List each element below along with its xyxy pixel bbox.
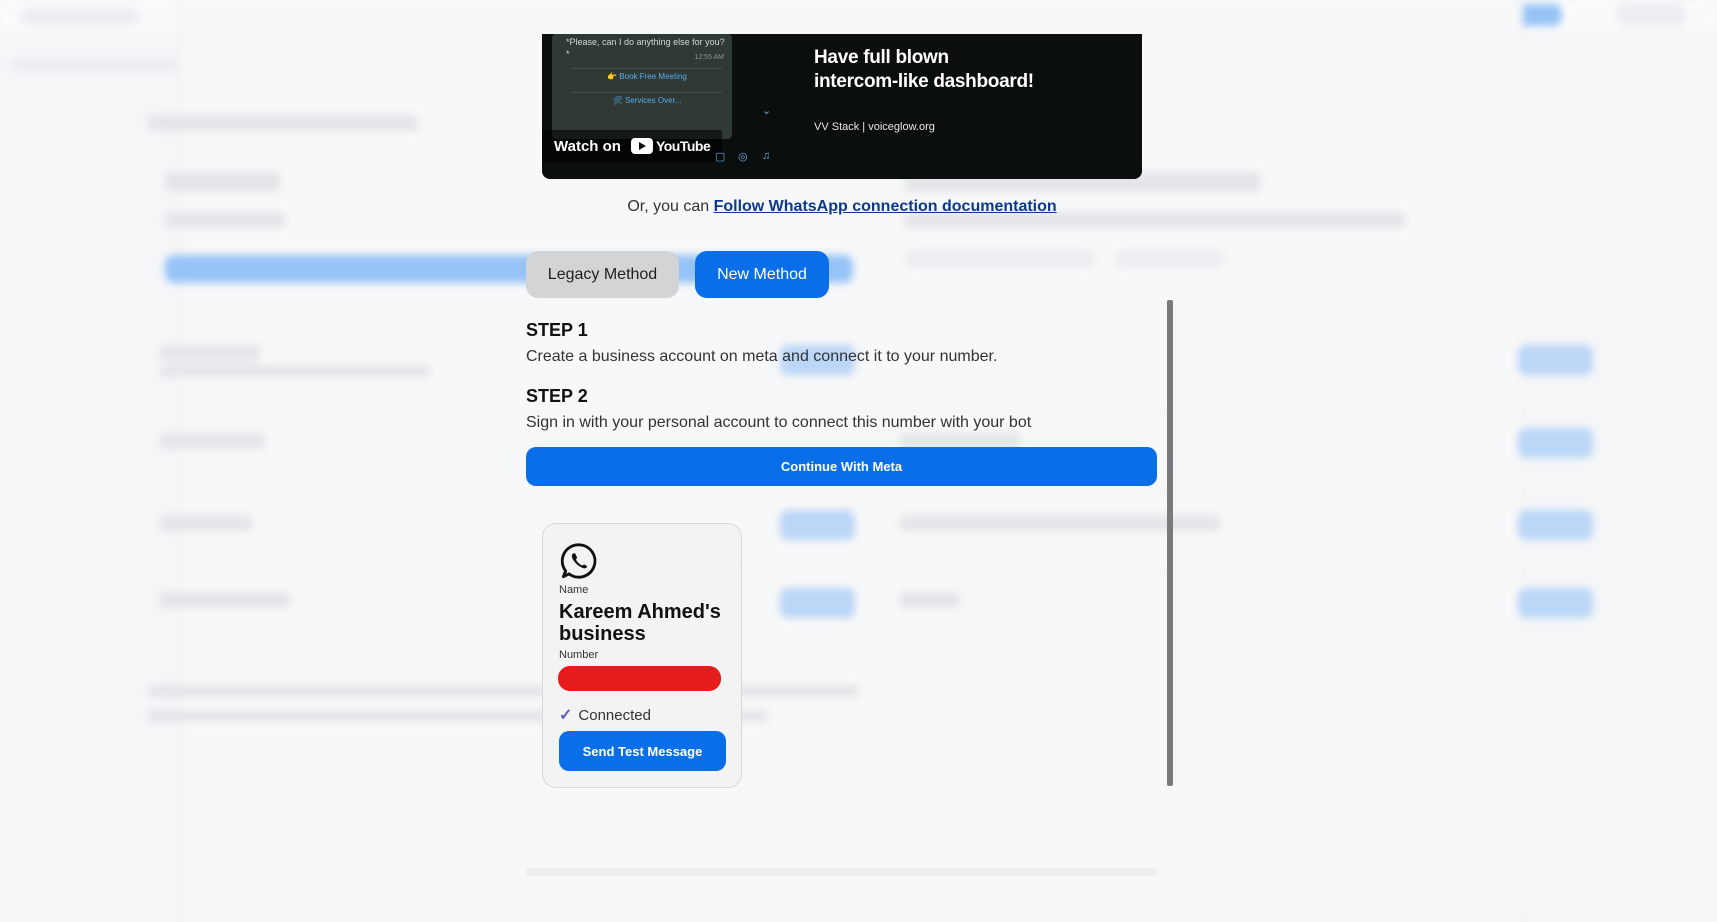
youtube-logo: YouTube xyxy=(630,138,711,154)
bottom-divider xyxy=(526,868,1158,876)
whatsapp-connect-modal: *Please, can I do anything else for you?… xyxy=(0,0,1717,922)
connection-status-label: Connected xyxy=(578,706,651,724)
mic-icon: ♫ xyxy=(762,150,771,162)
step-2-description: Sign in with your personal account to co… xyxy=(526,414,1032,431)
youtube-label: YouTube xyxy=(655,138,711,154)
video-headline: Have full blown intercom-like dashboard! xyxy=(814,46,1034,94)
whatsapp-icon xyxy=(560,543,597,579)
chat-time: 12:55 AM xyxy=(694,54,724,61)
video-headline-line2: intercom-like dashboard! xyxy=(814,71,1034,92)
youtube-play-icon xyxy=(630,138,653,154)
camera-icon: ◎ xyxy=(738,151,748,163)
watch-on-label: Watch on xyxy=(554,137,621,155)
youtube-video-embed[interactable]: *Please, can I do anything else for you?… xyxy=(542,34,1142,179)
name-label: Name xyxy=(559,584,589,596)
legacy-method-button[interactable]: Legacy Method xyxy=(526,251,679,298)
watch-on-youtube[interactable]: Watch on YouTube xyxy=(542,130,723,162)
chat-option: 👉 Book Free Meeting xyxy=(572,68,722,84)
step-1-description: Create a business account on meta and co… xyxy=(526,348,998,365)
sticker-icon: ▢ xyxy=(715,151,726,163)
video-headline-line1: Have full blown xyxy=(814,47,949,68)
documentation-prefix: Or, you can xyxy=(627,198,714,215)
redacted-number xyxy=(558,666,721,691)
continue-with-meta-button[interactable]: Continue With Meta xyxy=(526,447,1157,486)
step-2-title: STEP 2 xyxy=(526,386,588,406)
chat-option: 🛠 Services Over... xyxy=(572,92,722,108)
documentation-link[interactable]: Follow WhatsApp connection documentation xyxy=(714,198,1057,215)
scrollbar[interactable] xyxy=(1167,300,1173,786)
connection-status: ✓ Connected xyxy=(559,705,651,725)
number-label: Number xyxy=(559,649,599,661)
business-name: Kareem Ahmed's business xyxy=(559,601,721,645)
send-test-message-button[interactable]: Send Test Message xyxy=(559,731,726,771)
video-subtitle: VV Stack | voiceglow.org xyxy=(814,121,935,133)
step-1-title: STEP 1 xyxy=(526,320,588,340)
documentation-line: Or, you can Follow WhatsApp connection d… xyxy=(0,198,1684,216)
new-method-button[interactable]: New Method xyxy=(695,251,829,298)
whatsapp-business-card: Name Kareem Ahmed's business Number ✓ Co… xyxy=(542,523,742,788)
chevron-circle-icon: ⌄ xyxy=(762,105,772,117)
check-icon: ✓ xyxy=(559,707,573,724)
video-phone-mockup: *Please, can I do anything else for you?… xyxy=(552,34,732,139)
